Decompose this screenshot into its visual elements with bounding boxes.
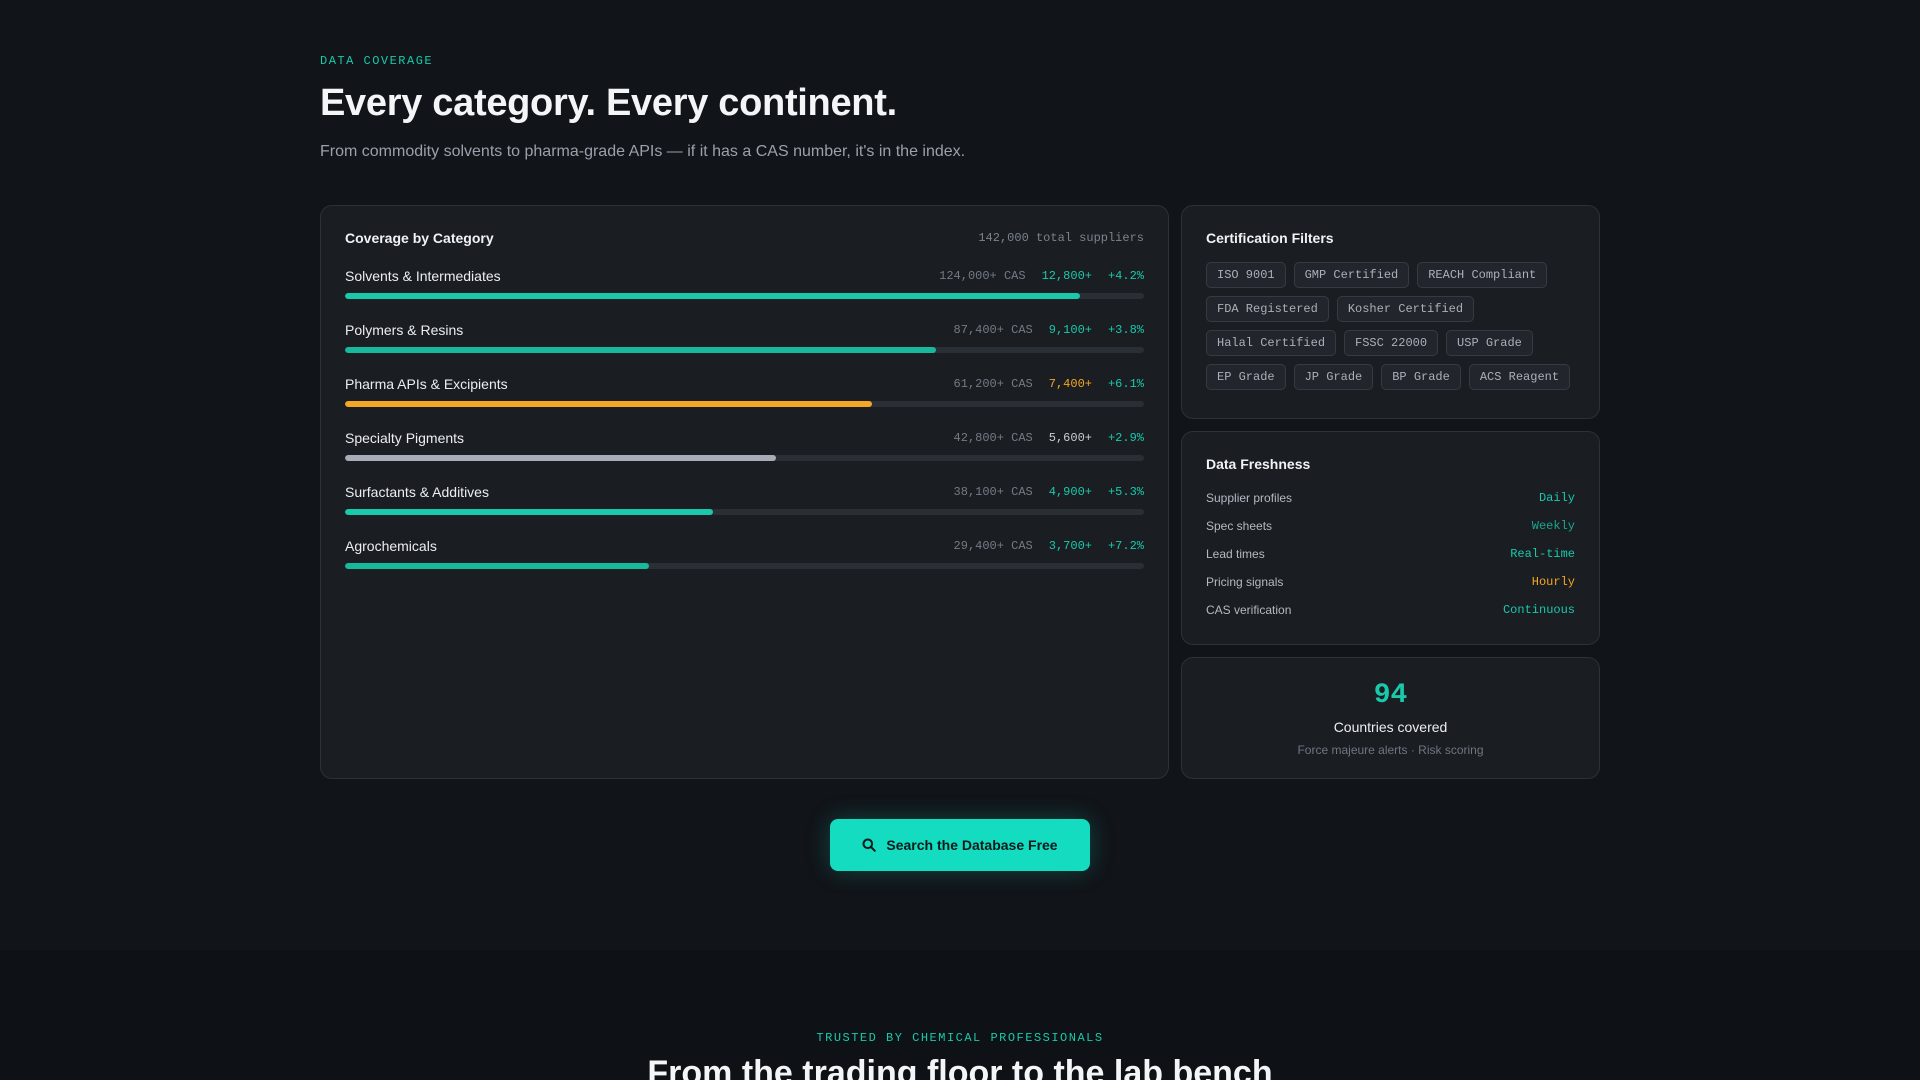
total-suppliers: 142,000 total suppliers [978,231,1144,245]
category-supplier-count: 7,400+ [1048,377,1092,391]
category-growth: +7.2% [1107,539,1144,553]
category-name: Surfactants & Additives [345,484,489,500]
category-bar-track [345,401,1144,407]
freshness-card: Data Freshness Supplier profiles Daily S… [1181,431,1600,645]
certification-tag[interactable]: REACH Compliant [1417,262,1548,288]
category-name: Pharma APIs & Excipients [345,376,508,392]
category-supplier-count: 9,100+ [1048,323,1092,337]
freshness-row: Lead times Real-time [1206,540,1575,568]
category-cas-count: 38,100+ CAS [953,485,1033,499]
category-cas-count: 61,200+ CAS [953,377,1033,391]
freshness-title: Data Freshness [1206,456,1311,472]
freshness-row: Supplier profiles Daily [1206,484,1575,512]
freshness-label: Pricing signals [1206,575,1284,589]
category-growth: +4.2% [1107,269,1144,283]
countries-label: Countries covered [1333,719,1448,735]
category-bar-track [345,509,1144,515]
certification-card: Certification Filters ISO 9001 GMP Certif… [1181,205,1600,419]
freshness-label: Lead times [1206,547,1265,561]
coverage-card: Coverage by Category 142,000 total suppl… [320,205,1169,779]
category-supplier-count: 3,700+ [1048,539,1092,553]
freshness-row: CAS verification Continuous [1206,596,1575,624]
category-row: Specialty Pigments 42,800+ CAS 5,600+ +2… [345,430,1144,461]
certification-tag[interactable]: Halal Certified [1206,330,1337,356]
category-row: Polymers & Resins 87,400+ CAS 9,100+ +3.… [345,322,1144,353]
certification-tag[interactable]: GMP Certified [1293,262,1410,288]
certification-tag[interactable]: ACS Reagent [1468,364,1571,390]
category-row: Agrochemicals 29,400+ CAS 3,700+ +7.2% [345,538,1144,569]
category-bar-track [345,347,1144,353]
countries-count: 94 [1373,680,1408,711]
freshness-value: Hourly [1531,575,1575,589]
category-name: Specialty Pigments [345,430,465,446]
freshness-value: Weekly [1531,519,1575,533]
category-name: Solvents & Intermediates [345,268,501,284]
category-row: Surfactants & Additives 38,100+ CAS 4,90… [345,484,1144,515]
certification-tag[interactable]: ISO 9001 [1206,262,1286,288]
category-bar-fill [345,509,713,515]
category-bar-track [345,455,1144,461]
freshness-value: Real-time [1510,547,1575,561]
category-row: Solvents & Intermediates 124,000+ CAS 12… [345,268,1144,299]
page-subtitle: From commodity solvents to pharma-grade … [320,143,966,160]
coverage-title: Coverage by Category [345,230,494,246]
freshness-row: Pricing signals Hourly [1206,568,1575,596]
category-bar-fill [345,347,937,353]
freshness-value: Continuous [1502,603,1575,617]
category-bar-fill [345,293,1081,299]
section-eyebrow: DATA COVERAGE [320,54,434,68]
freshness-row: Spec sheets Weekly [1206,512,1575,540]
category-growth: +5.3% [1107,485,1144,499]
category-growth: +2.9% [1107,431,1144,445]
category-cas-count: 42,800+ CAS [953,431,1033,445]
category-supplier-count: 4,900+ [1048,485,1092,499]
search-database-button[interactable]: Search the Database Free [830,819,1090,871]
coverage-list: Solvents & Intermediates 124,000+ CAS 12… [345,268,1144,569]
page-title: Every category. Every continent. [320,82,897,124]
category-bar-fill [345,563,649,569]
testimonials-title: From the trading floor to the lab bench [647,1054,1273,1080]
certification-tag[interactable]: BP Grade [1381,364,1461,390]
category-cas-count: 124,000+ CAS [939,269,1026,283]
category-supplier-count: 12,800+ [1041,269,1092,283]
category-growth: +6.1% [1107,377,1144,391]
freshness-list: Supplier profiles Daily Spec sheets Week… [1206,484,1575,624]
testimonials-section: TRUSTED BY CHEMICAL PROFESSIONALS From t… [0,950,1920,1080]
category-row: Pharma APIs & Excipients 61,200+ CAS 7,4… [345,376,1144,407]
category-name: Agrochemicals [345,538,437,554]
certification-tag[interactable]: EP Grade [1206,364,1286,390]
category-supplier-count: 5,600+ [1048,431,1092,445]
certification-tag[interactable]: FDA Registered [1206,296,1329,322]
certification-tag[interactable]: JP Grade [1293,364,1374,390]
category-cas-count: 29,400+ CAS [953,539,1033,553]
freshness-label: CAS verification [1206,603,1292,617]
category-cas-count: 87,400+ CAS [953,323,1033,337]
search-icon [862,838,877,852]
countries-card: 94 Countries covered Force majeure alert… [1181,657,1600,779]
category-bar-track [345,563,1144,569]
certification-tag[interactable]: FSSC 22000 [1344,330,1439,356]
certification-tag[interactable]: Kosher Certified [1336,296,1475,322]
testimonials-eyebrow: TRUSTED BY CHEMICAL PROFESSIONALS [816,1031,1104,1045]
hero-section: DATA COVERAGE Every category. Every cont… [320,54,1600,161]
category-bar-fill [345,401,873,407]
category-name: Polymers & Resins [345,322,464,338]
category-bar-track [345,293,1144,299]
category-bar-fill [345,455,777,461]
freshness-value: Daily [1538,491,1575,505]
search-database-label: Search the Database Free [886,837,1058,853]
category-growth: +3.8% [1107,323,1144,337]
freshness-label: Supplier profiles [1206,491,1293,505]
certification-title: Certification Filters [1206,230,1334,246]
certification-tag[interactable]: USP Grade [1446,330,1533,356]
freshness-label: Spec sheets [1206,519,1273,533]
certification-tags: ISO 9001 GMP Certified REACH Compliant FDA … [1206,262,1575,390]
countries-subtext: Force majeure alerts · Risk scoring [1297,743,1484,757]
